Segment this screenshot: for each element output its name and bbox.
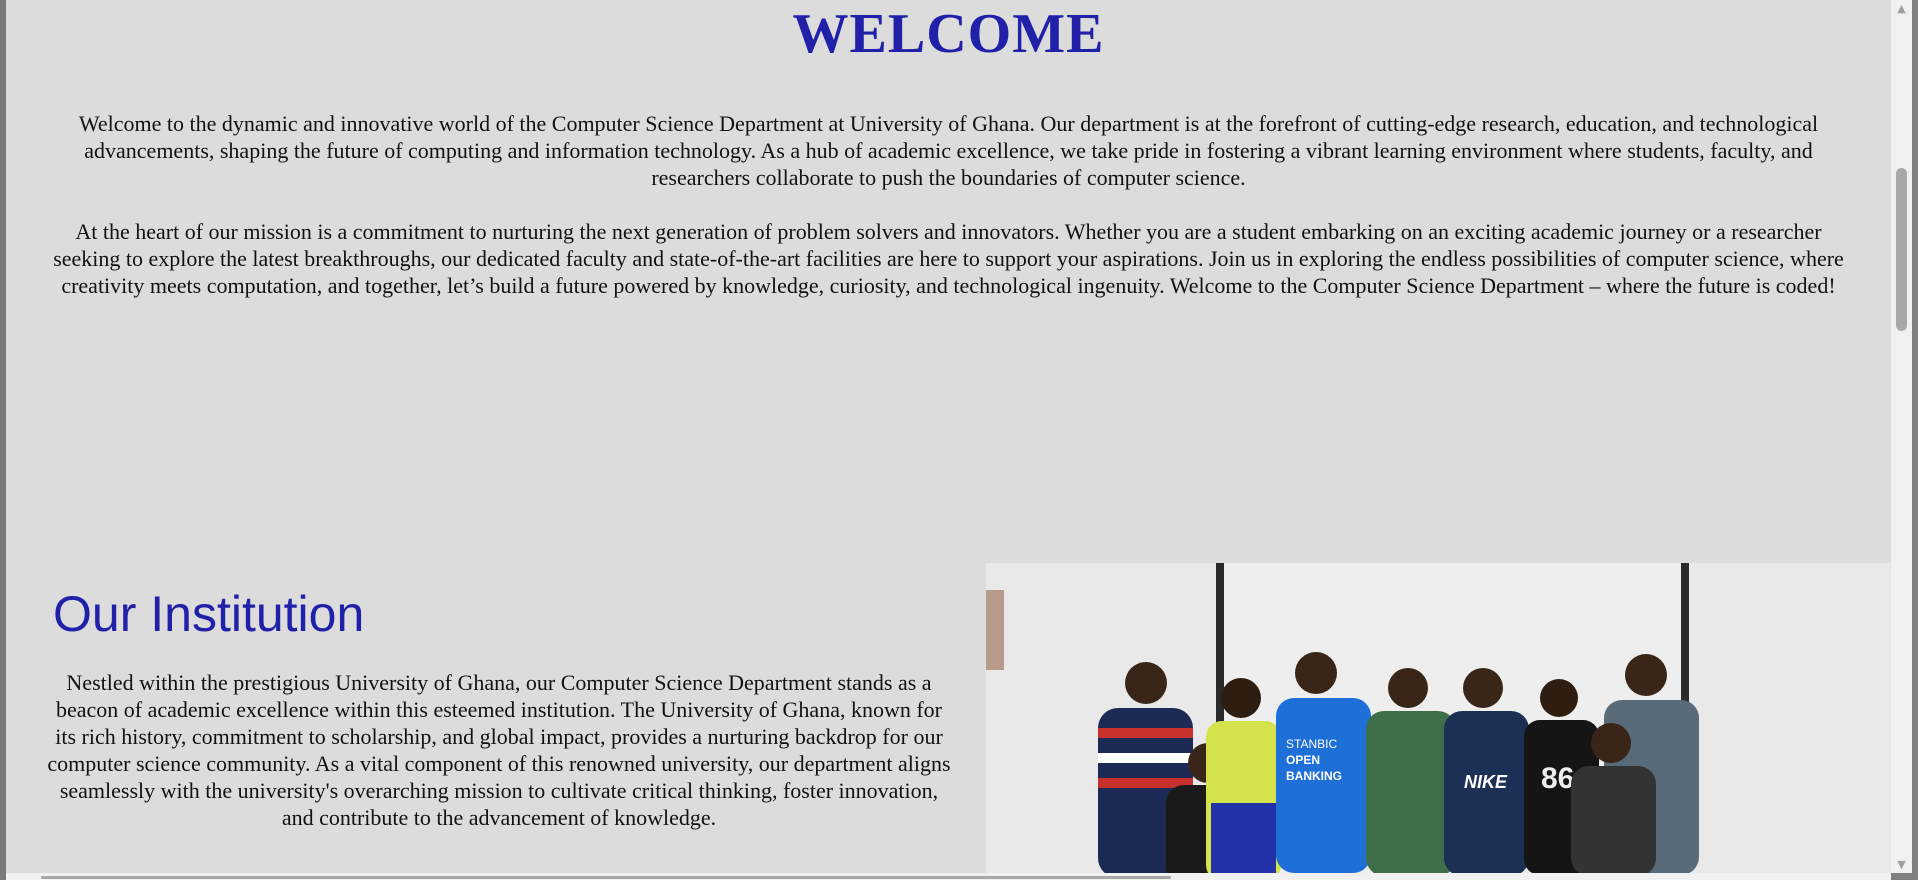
group-photo: STANBIC OPEN BANKING NIKE 86 [986,563,1891,873]
shirt-text-3: BANKING [1286,769,1342,783]
shirt-brand-text: NIKE [1464,772,1508,792]
welcome-intro: Welcome to the dynamic and innovative wo… [42,110,1855,326]
welcome-paragraph-2: At the heart of our mission is a commitm… [53,219,1844,298]
welcome-paragraph-1: Welcome to the dynamic and innovative wo… [78,111,1819,190]
horizontal-scrollbar[interactable] [6,873,1891,880]
shirt-text-2: OPEN [1286,753,1320,767]
vertical-scroll-thumb[interactable] [1896,168,1907,331]
page-viewport: WELCOME Welcome to the dynamic and innov… [6,0,1891,873]
institution-text: Nestled within the prestigious Universit… [47,670,951,830]
vertical-scrollbar[interactable]: ▲ ▼ [1891,0,1912,873]
group-photo-illustration: STANBIC OPEN BANKING NIKE 86 [986,563,1891,873]
horizontal-scroll-thumb[interactable] [41,876,1171,879]
institution-title: Our Institution [53,586,365,642]
shirt-text-1: STANBIC [1286,737,1337,751]
welcome-title: WELCOME [792,3,1105,65]
scroll-down-arrow-icon[interactable]: ▼ [1891,856,1912,873]
scroll-up-arrow-icon[interactable]: ▲ [1891,0,1912,17]
shirt-number-text: 86 [1541,762,1574,795]
